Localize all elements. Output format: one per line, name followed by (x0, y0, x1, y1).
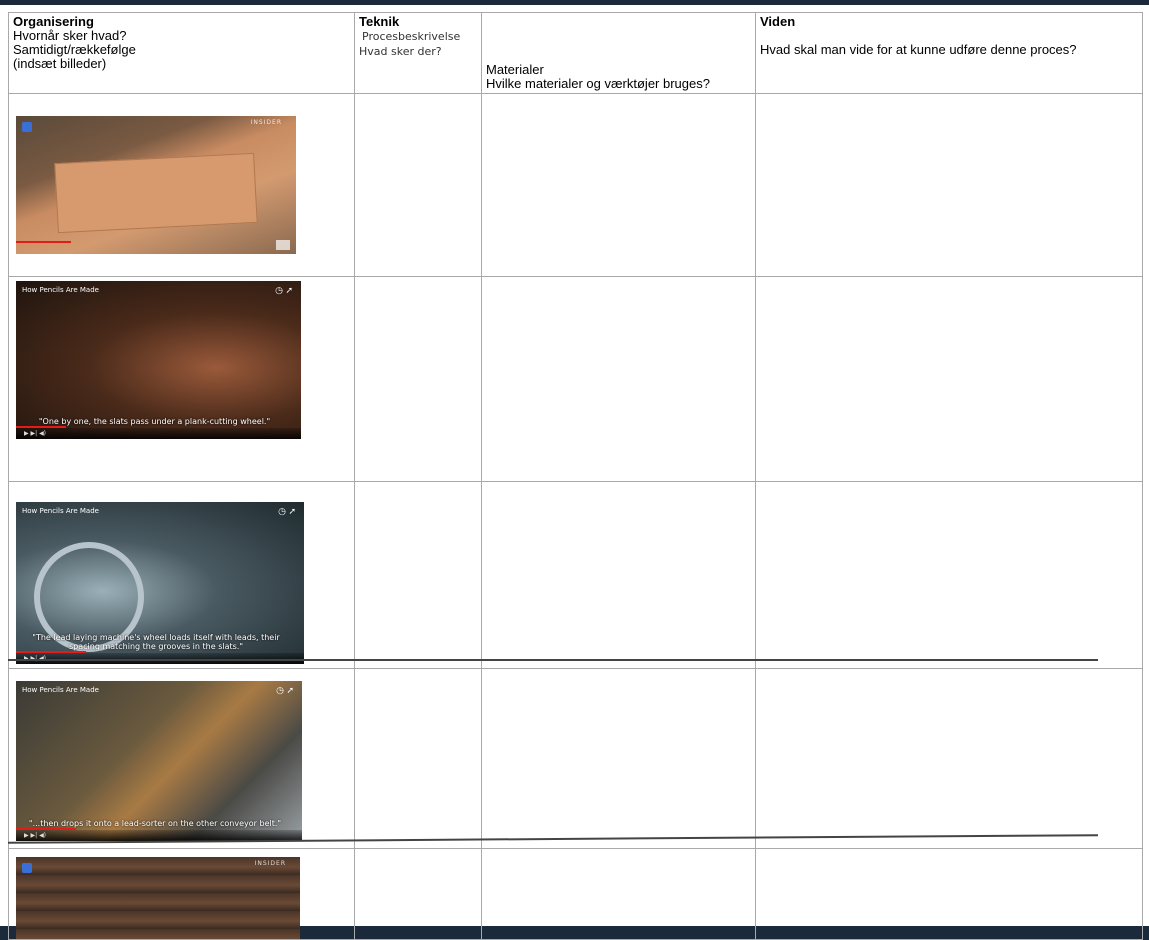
teknik-cell (354, 668, 482, 849)
video-share-icon[interactable]: ◷ ➚ (278, 506, 296, 517)
header-materialer-spacer (486, 15, 751, 63)
header-materialer: Materialer Hvilke materialer og værktøje… (481, 12, 756, 94)
video-caption: "...then drops it onto a lead-sorter on … (28, 819, 282, 828)
table-row: How Pencils Are Made ◷ ➚ "The lead layin… (8, 481, 1143, 669)
viden-cell (755, 93, 1143, 277)
viden-cell (755, 276, 1143, 482)
table-row: INSIDER (8, 93, 1143, 277)
video-progress-bar (16, 241, 71, 243)
header-organisering-line2: Samtidigt/rækkefølge (13, 42, 136, 57)
video-caption: "One by one, the slats pass under a plan… (38, 417, 271, 426)
table-row: How Pencils Are Made ◷ ➚ "...then drops … (8, 668, 1143, 849)
video-brand-label: INSIDER (254, 860, 286, 867)
wooden-slat-image (54, 152, 258, 234)
channel-badge-icon (22, 863, 32, 873)
video-title: How Pencils Are Made (22, 507, 99, 515)
video-title: How Pencils Are Made (22, 286, 99, 294)
header-viden-title: Viden (760, 14, 796, 29)
organisering-cell: How Pencils Are Made ◷ ➚ "The lead layin… (8, 481, 355, 669)
header-organisering-line1: Hvornår sker hvad? (13, 28, 127, 43)
video-controls[interactable]: ▶ ▶| ◀) (16, 428, 301, 439)
header-teknik-line1: Procesbeskrivelse (362, 30, 461, 43)
teknik-cell (354, 481, 482, 669)
video-caption: "The lead laying machine's wheel loads i… (32, 633, 280, 651)
document-page: Organisering Hvornår sker hvad? Samtidig… (0, 0, 1149, 940)
video-watermark-icon (276, 240, 290, 250)
teknik-cell (354, 276, 482, 482)
video-thumbnail-5[interactable]: INSIDER (16, 857, 300, 939)
organisering-cell: How Pencils Are Made ◷ ➚ "One by one, th… (8, 276, 355, 482)
header-materialer-stack: Materialer Hvilke materialer og værktøje… (486, 15, 751, 91)
video-title: How Pencils Are Made (22, 686, 99, 694)
materialer-cell (481, 93, 756, 277)
header-row: Organisering Hvornår sker hvad? Samtidig… (8, 12, 1143, 94)
video-brand-label: INSIDER (250, 119, 282, 126)
teknik-cell (354, 93, 482, 277)
header-organisering: Organisering Hvornår sker hvad? Samtidig… (8, 12, 355, 94)
materialer-cell (481, 668, 756, 849)
header-materialer-line2: Hvilke materialer og værktøjer bruges? (486, 76, 710, 91)
video-thumbnail-2[interactable]: How Pencils Are Made ◷ ➚ "One by one, th… (16, 281, 301, 439)
video-share-icon[interactable]: ◷ ➚ (275, 285, 293, 296)
header-teknik: Teknik Procesbeskrivelse Hvad sker der? (354, 12, 482, 94)
header-viden-line1: Hvad skal man vide for at kunne udføre d… (760, 42, 1077, 57)
video-share-icon[interactable]: ◷ ➚ (276, 685, 294, 696)
header-teknik-line2: Hvad sker der? (359, 45, 442, 58)
header-materialer-line1: Materialer (486, 62, 544, 77)
organisering-cell: How Pencils Are Made ◷ ➚ "...then drops … (8, 668, 355, 849)
header-organisering-title: Organisering (13, 14, 94, 29)
video-thumbnail-1[interactable]: INSIDER (16, 116, 296, 254)
materialer-cell (481, 276, 756, 482)
header-viden: Viden Hvad skal man vide for at kunne ud… (755, 12, 1143, 94)
video-thumbnail-4[interactable]: How Pencils Are Made ◷ ➚ "...then drops … (16, 681, 302, 841)
video-thumbnail-3[interactable]: How Pencils Are Made ◷ ➚ "The lead layin… (16, 502, 304, 664)
header-organisering-line3: (indsæt billeder) (13, 56, 107, 71)
table-row: How Pencils Are Made ◷ ➚ "One by one, th… (8, 276, 1143, 482)
channel-badge-icon (22, 122, 32, 132)
process-table: Organisering Hvornår sker hvad? Samtidig… (8, 12, 1143, 940)
viden-cell (755, 668, 1143, 849)
organisering-cell: INSIDER (8, 93, 355, 277)
viden-cell (755, 481, 1143, 669)
divider-line (8, 659, 1098, 661)
header-teknik-title: Teknik (359, 14, 400, 29)
materialer-cell (481, 481, 756, 669)
